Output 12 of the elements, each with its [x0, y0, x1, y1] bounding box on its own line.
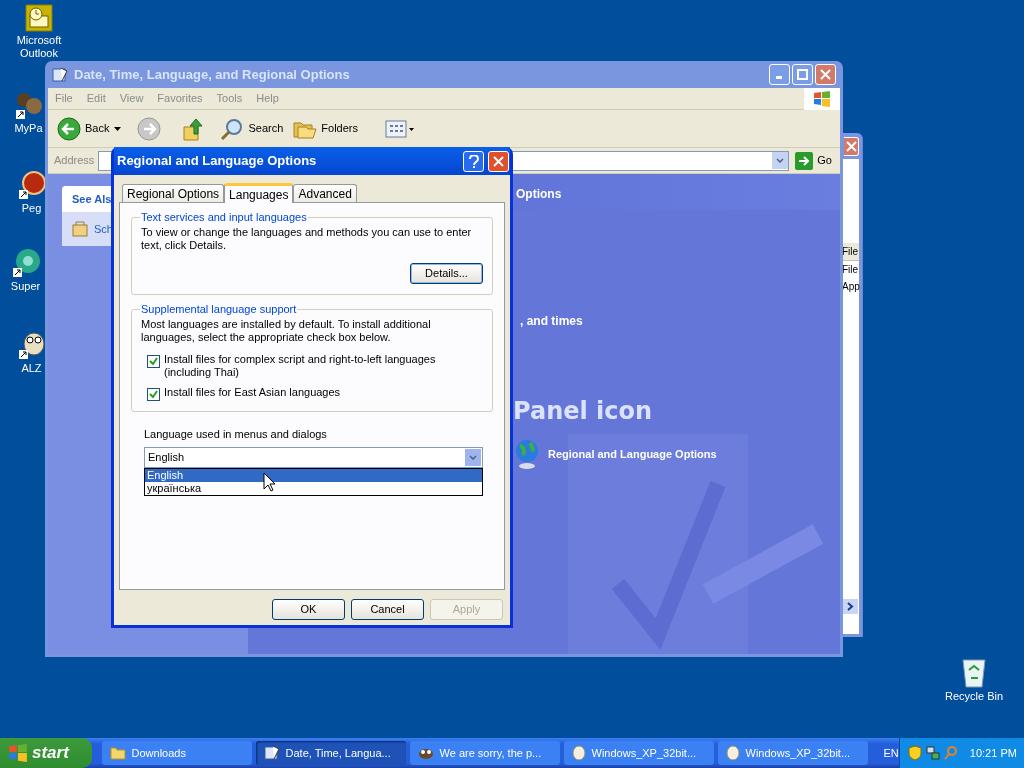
list-item: App [842, 280, 859, 294]
window-title: Date, Time, Language, and Regional Options [74, 65, 351, 84]
description-text: To view or change the languages and methods you can use to enter text, click Details. [141, 225, 473, 252]
group-title: Text services and input languages [140, 210, 308, 225]
dialog-title: Regional and Language Options [117, 152, 318, 171]
address-label: Address [54, 153, 95, 169]
section-heading: Options [516, 186, 562, 203]
description-text: Most languages are installed by default. To install additional languages, select the appropriate check box below. [141, 317, 432, 344]
group-title: Supplemental language support [140, 302, 298, 317]
field-label: Language used in menus and dialogs [144, 426, 328, 442]
large-heading: Panel icon [513, 396, 653, 427]
list-item: File [842, 263, 859, 277]
